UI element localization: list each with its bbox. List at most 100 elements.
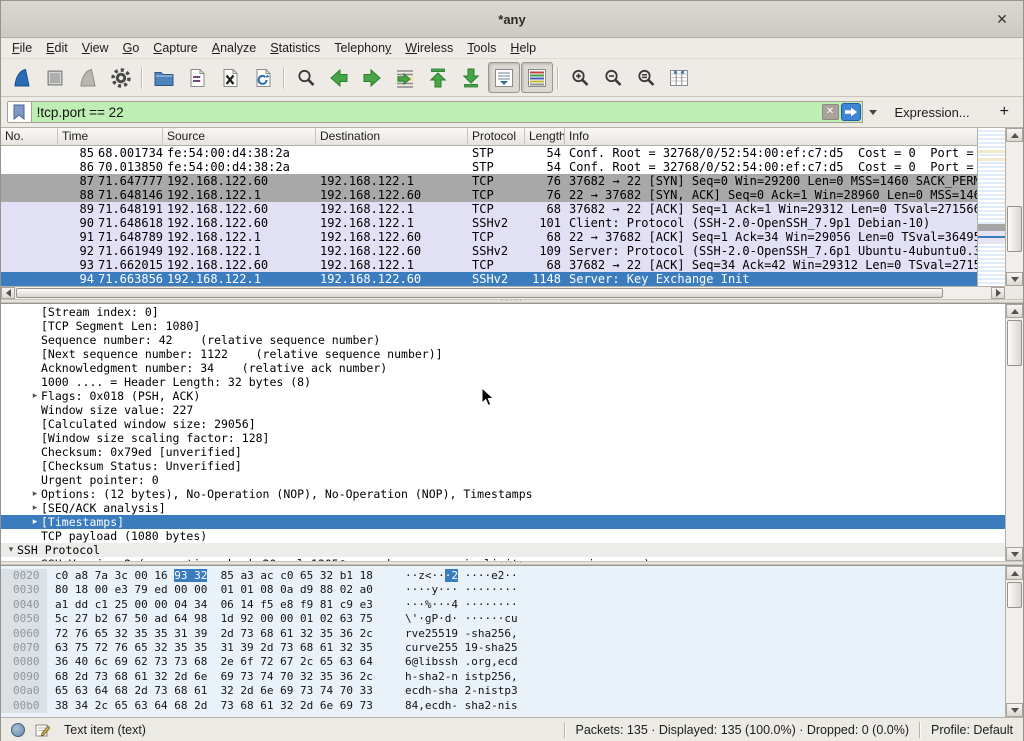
detail-line[interactable]: Sequence number: 42 (relative sequence n… — [1, 333, 1005, 347]
packet-row[interactable]: 8871.648146932192.168.122.1192.168.122.6… — [1, 188, 977, 202]
packet-list-hscrollbar[interactable] — [1, 286, 1005, 299]
expand-arrow-icon[interactable]: ▾ — [5, 543, 17, 557]
menu-edit[interactable]: Edit — [39, 39, 75, 57]
column-header-no[interactable]: No. — [1, 128, 58, 146]
expression-button[interactable]: Expression... — [895, 105, 970, 120]
scrollbar-thumb[interactable] — [1007, 206, 1022, 252]
hex-bytes[interactable]: 80 18 00 e3 79 ed 00 00 01 01 08 0a d9 8… — [55, 583, 399, 597]
filter-bookmark-button[interactable] — [7, 101, 31, 123]
scroll-up-icon[interactable] — [1006, 304, 1023, 318]
column-header-protocol[interactable]: Protocol — [468, 128, 525, 146]
scroll-right-icon[interactable] — [991, 287, 1005, 299]
expert-info-icon[interactable] — [11, 723, 25, 737]
capture-comment-icon[interactable] — [34, 722, 50, 738]
hex-row[interactable]: 00a065 63 64 68 2d 73 68 61 32 2d 6e 69 … — [1, 684, 1005, 698]
detail-line[interactable]: [Window size scaling factor: 128] — [1, 431, 1005, 445]
resize-columns-button[interactable] — [663, 62, 695, 93]
collapse-arrow-icon[interactable]: ▸ — [29, 501, 41, 515]
stop-capture-button[interactable] — [39, 62, 71, 93]
auto-scroll-button[interactable] — [488, 62, 520, 93]
hex-row[interactable]: 00b038 34 2c 65 63 64 68 2d 73 68 61 32 … — [1, 699, 1005, 713]
scrollbar-thumb[interactable] — [1007, 320, 1022, 366]
hex-row[interactable]: 00505c 27 b2 67 50 ad 64 98 1d 92 00 00 … — [1, 612, 1005, 626]
hex-bytes[interactable]: a1 dd c1 25 00 00 04 34 06 14 f5 e8 f9 8… — [55, 598, 399, 612]
detail-line[interactable]: ▸[SEQ/ACK analysis] — [1, 501, 1005, 515]
collapse-arrow-icon[interactable]: ▸ — [29, 557, 41, 561]
hex-ascii[interactable]: curve255 19-sha25 — [405, 641, 518, 655]
column-header-destination[interactable]: Destination — [316, 128, 468, 146]
scroll-down-icon[interactable] — [1006, 547, 1023, 561]
detail-line[interactable]: ▾SSH Protocol — [1, 543, 1005, 557]
find-packet-button[interactable] — [290, 62, 322, 93]
column-header-time[interactable]: Time — [58, 128, 163, 146]
menu-analyze[interactable]: Analyze — [205, 39, 263, 57]
hex-row[interactable]: 009068 2d 73 68 61 32 2d 6e 69 73 74 70 … — [1, 670, 1005, 684]
save-file-button[interactable] — [181, 62, 213, 93]
scroll-left-icon[interactable] — [1, 287, 15, 299]
scroll-up-icon[interactable] — [1006, 566, 1023, 580]
detail-line[interactable]: [TCP Segment Len: 1080] — [1, 319, 1005, 333]
menu-help[interactable]: Help — [503, 39, 543, 57]
hex-bytes[interactable]: 36 40 6c 69 62 73 73 68 2e 6f 72 67 2c 6… — [55, 655, 399, 669]
column-header-source[interactable]: Source — [163, 128, 316, 146]
detail-line[interactable]: ▸Flags: 0x018 (PSH, ACK) — [1, 389, 1005, 403]
clear-filter-icon[interactable]: ✕ — [822, 104, 839, 120]
collapse-arrow-icon[interactable]: ▸ — [29, 515, 41, 529]
packet-row[interactable]: 8568.001734936fe:54:00:d4:38:2aSTP54Conf… — [1, 146, 977, 160]
details-vscrollbar[interactable] — [1005, 304, 1023, 561]
reload-file-button[interactable] — [247, 62, 279, 93]
hex-bytes[interactable]: 65 63 64 68 2d 73 68 61 32 2d 6e 69 73 7… — [55, 684, 399, 698]
detail-line[interactable]: [Stream index: 0] — [1, 305, 1005, 319]
hex-ascii[interactable]: ecdh-sha 2-nistp3 — [405, 684, 518, 698]
open-file-button[interactable] — [148, 62, 180, 93]
collapse-arrow-icon[interactable]: ▸ — [29, 487, 41, 501]
close-icon[interactable]: ✕ — [993, 10, 1011, 28]
display-filter-input[interactable] — [32, 102, 822, 122]
hex-row[interactable]: 0040a1 dd c1 25 00 00 04 34 06 14 f5 e8 … — [1, 598, 1005, 612]
packet-row[interactable]: 9171.648789678192.168.122.1192.168.122.6… — [1, 230, 977, 244]
hex-row[interactable]: 006072 76 65 32 35 35 31 39 2d 73 68 61 … — [1, 627, 1005, 641]
detail-line[interactable]: Window size value: 227 — [1, 403, 1005, 417]
packet-row[interactable]: 8670.013850163fe:54:00:d4:38:2aSTP54Conf… — [1, 160, 977, 174]
menu-view[interactable]: View — [75, 39, 116, 57]
capture-options-button[interactable] — [105, 62, 137, 93]
title-bar[interactable]: *any ✕ — [1, 1, 1023, 38]
packet-list-minimap[interactable] — [977, 128, 1005, 286]
scroll-up-icon[interactable] — [1006, 128, 1023, 142]
menu-wireless[interactable]: Wireless — [398, 39, 460, 57]
scrollbar-thumb[interactable] — [16, 288, 943, 298]
detail-line[interactable]: 1000 .... = Header Length: 32 bytes (8) — [1, 375, 1005, 389]
column-header-info[interactable]: Info — [565, 128, 977, 146]
packet-row[interactable]: 9271.661949820192.168.122.1192.168.122.6… — [1, 244, 977, 258]
detail-line[interactable]: [Checksum Status: Unverified] — [1, 459, 1005, 473]
hex-row[interactable]: 008036 40 6c 69 62 73 73 68 2e 6f 72 67 … — [1, 655, 1005, 669]
packet-list-vscrollbar[interactable] — [1005, 128, 1023, 286]
hex-bytes[interactable]: 5c 27 b2 67 50 ad 64 98 1d 92 00 00 01 0… — [55, 612, 399, 626]
detail-line[interactable]: Acknowledgment number: 34 (relative ack … — [1, 361, 1005, 375]
detail-line[interactable]: Checksum: 0x79ed [unverified] — [1, 445, 1005, 459]
packet-row[interactable]: 9371.662015274192.168.122.60192.168.122.… — [1, 258, 977, 272]
filter-history-dropdown-icon[interactable] — [869, 110, 877, 115]
status-profile[interactable]: Profile: Default — [931, 723, 1013, 737]
zoom-100-button[interactable] — [630, 62, 662, 93]
go-to-packet-button[interactable] — [389, 62, 421, 93]
menu-capture[interactable]: Capture — [146, 39, 204, 57]
hex-bytes[interactable]: c0 a8 7a 3c 00 16 93 32 85 a3 ac c0 65 3… — [55, 569, 399, 583]
colorize-button[interactable] — [521, 62, 553, 93]
packet-row[interactable]: 8971.648191037192.168.122.60192.168.122.… — [1, 202, 977, 216]
close-file-button[interactable] — [214, 62, 246, 93]
start-capture-button[interactable] — [6, 62, 38, 93]
hex-row[interactable]: 007063 75 72 76 65 32 35 35 31 39 2d 73 … — [1, 641, 1005, 655]
restart-capture-button[interactable] — [72, 62, 104, 93]
detail-line[interactable]: ▸Options: (12 bytes), No-Operation (NOP)… — [1, 487, 1005, 501]
hex-ascii[interactable]: ···%···4 ········ — [405, 598, 518, 612]
hex-ascii[interactable]: ····y··· ········ — [405, 583, 518, 597]
hex-row[interactable]: 0020c0 a8 7a 3c 00 16 93 32 85 a3 ac c0 … — [1, 569, 1005, 583]
menu-tools[interactable]: Tools — [460, 39, 503, 57]
hex-ascii[interactable]: h-sha2-n istp256, — [405, 670, 518, 684]
apply-filter-icon[interactable] — [841, 103, 861, 121]
packet-row[interactable]: 9071.648618924192.168.122.60192.168.122.… — [1, 216, 977, 230]
packet-row[interactable]: 8771.647777234192.168.122.60192.168.122.… — [1, 174, 977, 188]
hex-ascii[interactable]: ··z<···2 ····e2·· — [405, 569, 518, 583]
detail-line[interactable]: ▸SSH Version 2 (encryption:chacha20-poly… — [1, 557, 1005, 561]
